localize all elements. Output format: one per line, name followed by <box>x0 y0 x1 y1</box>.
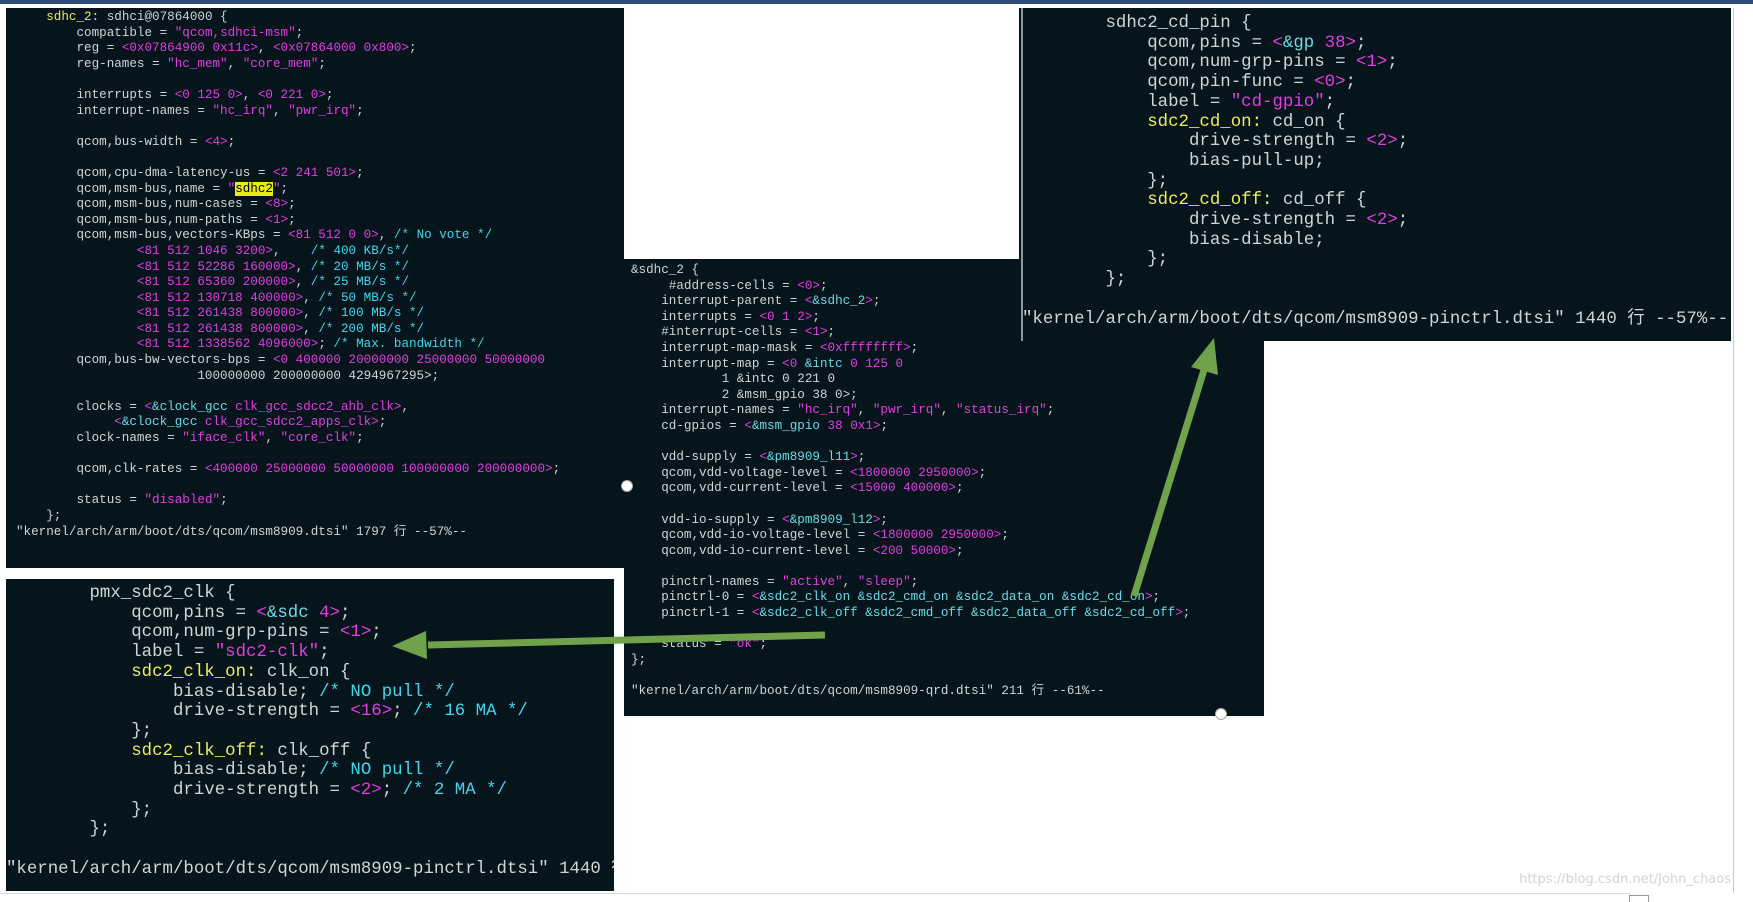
watermark: https://blog.csdn.net/John_chaos <box>1519 872 1731 887</box>
arrow-head-cd <box>1191 338 1218 375</box>
arrow-to-clk-pin <box>427 631 826 649</box>
arrow-to-cd-pin <box>1130 368 1208 598</box>
arrow-head-clk <box>392 631 427 659</box>
annotation-arrows <box>392 338 1218 659</box>
